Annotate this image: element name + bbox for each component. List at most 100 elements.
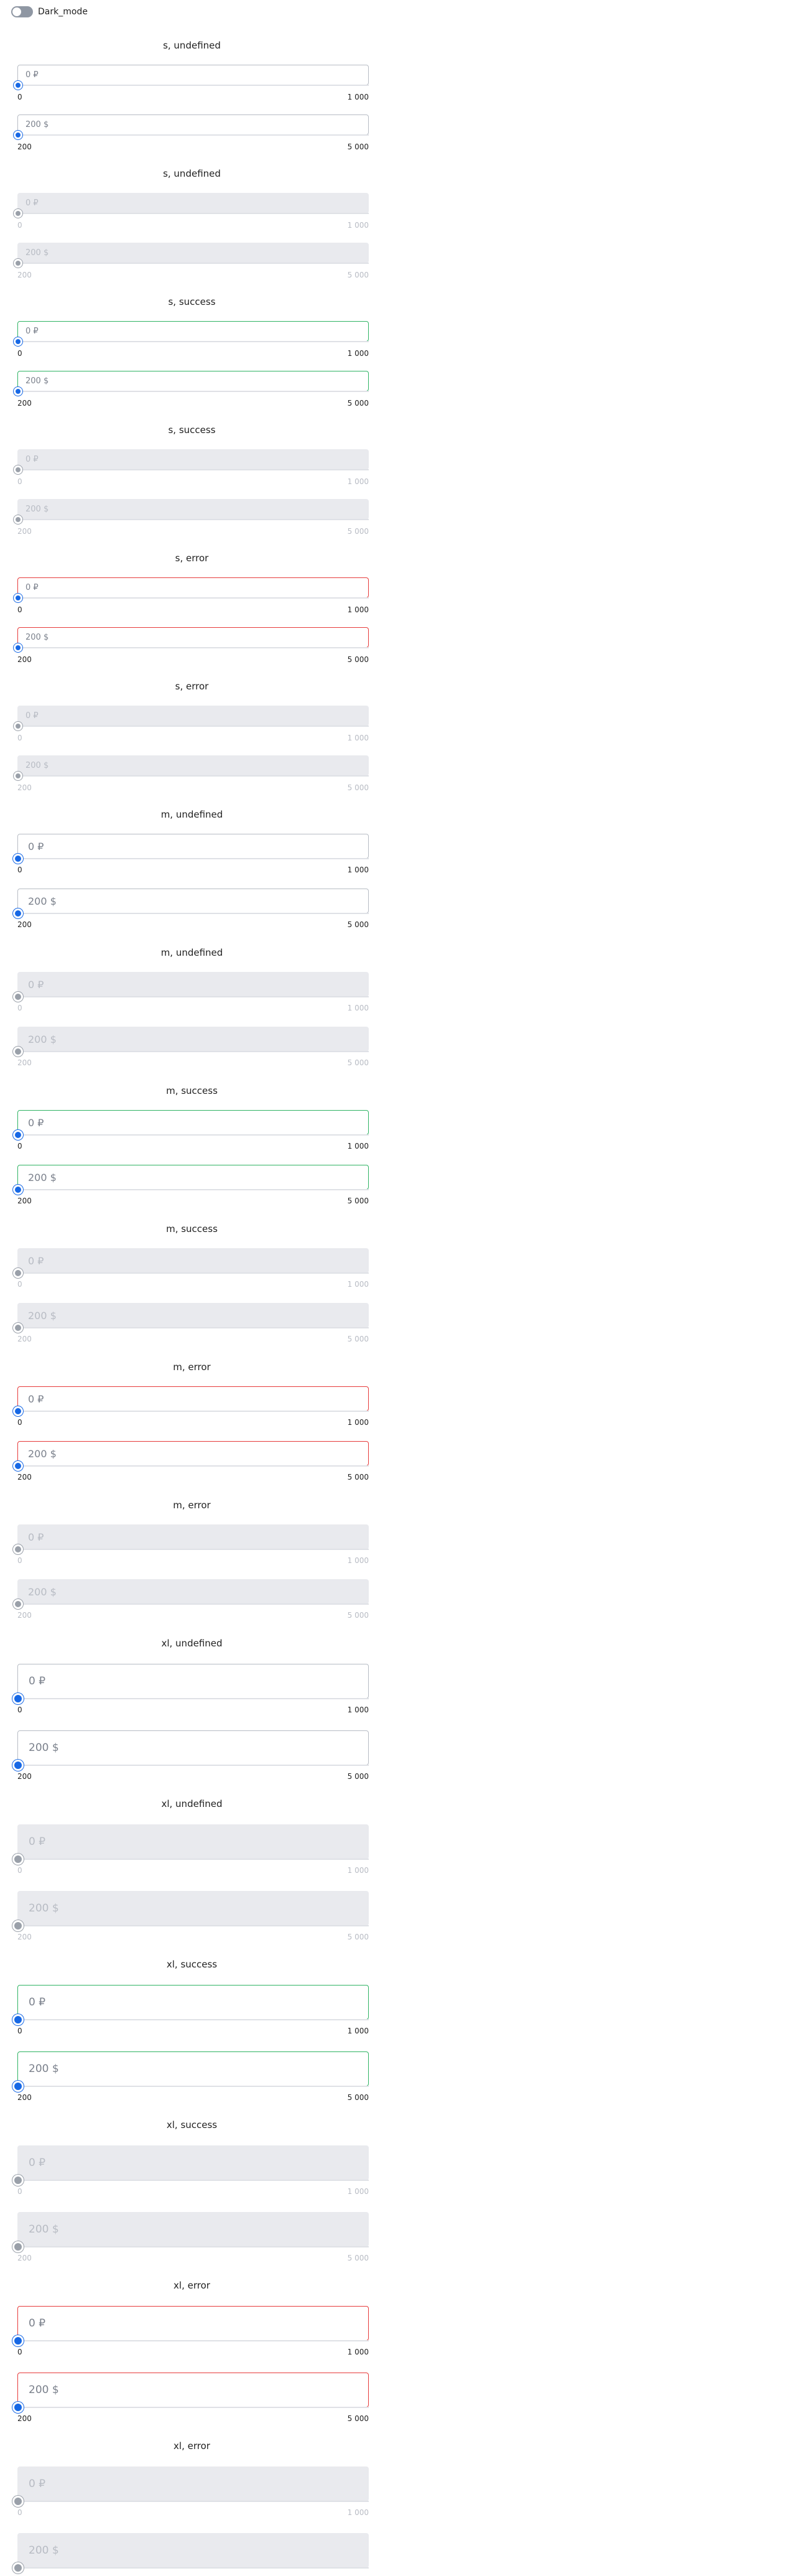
slider-min-label: 0 (17, 1706, 22, 1714)
slider-track[interactable] (17, 2407, 369, 2408)
group-title: m, error (173, 1500, 211, 1511)
slider-input-field[interactable]: 0 ₽ (17, 321, 369, 342)
slider-input-field[interactable]: 200 $ (17, 627, 369, 648)
slider-max-label: 1 000 (347, 2508, 369, 2517)
slider-input-field[interactable]: 0 ₽ (17, 65, 369, 85)
slider-max-label: 5 000 (347, 527, 369, 536)
slider-input-field: 0 ₽ (17, 1524, 369, 1549)
slider-track[interactable] (17, 2086, 369, 2087)
slider-track[interactable] (17, 597, 369, 599)
slider-input-field[interactable]: 200 $ (17, 889, 369, 913)
slider-input-field: 200 $ (17, 1579, 369, 1604)
input-value: 0 ₽ (29, 2478, 46, 2490)
slider-thumb[interactable] (12, 2014, 24, 2025)
input-value: 0 ₽ (29, 2317, 46, 2330)
slider-track[interactable] (17, 1465, 369, 1467)
slider-thumb[interactable] (13, 1406, 23, 1416)
slider-min-label: 200 (17, 1058, 32, 1067)
slider-input-field: 200 $ (17, 1891, 369, 1926)
dark-mode-toggle[interactable]: Dark_mode (11, 6, 88, 18)
slider-min-label: 200 (17, 1197, 32, 1205)
slider-max-label: 1 000 (347, 221, 369, 230)
slider-thumb[interactable] (13, 854, 23, 864)
slider-track (17, 1272, 369, 1274)
slider-thumb[interactable] (13, 908, 23, 918)
toggle-switch[interactable] (11, 6, 33, 17)
slider-input-field[interactable]: 200 $ (17, 2373, 369, 2407)
group-title: m, undefined (160, 809, 223, 820)
slider-input-field: 0 ₽ (17, 2466, 369, 2501)
slider-track[interactable] (17, 647, 369, 648)
slider-thumb[interactable] (14, 594, 22, 602)
input-value: 200 $ (25, 120, 49, 129)
slider-input-field[interactable]: 0 ₽ (17, 1985, 369, 2020)
slider-min-label: 0 (17, 2027, 22, 2035)
group-title: xl, undefined (161, 1798, 223, 1809)
slider-thumb[interactable] (12, 2402, 24, 2413)
input-value: 200 $ (29, 1902, 59, 1915)
slider-thumb[interactable] (14, 81, 22, 90)
slider-input-field[interactable]: 200 $ (17, 2051, 369, 2086)
slider-track (17, 213, 369, 214)
slider-track[interactable] (17, 341, 369, 342)
input-value: 200 $ (29, 1742, 59, 1754)
input-value: 0 ₽ (28, 978, 44, 991)
slider-thumb[interactable] (12, 1693, 24, 1704)
slider-track[interactable] (17, 134, 369, 136)
slider-thumb[interactable] (13, 1461, 23, 1471)
slider-track[interactable] (17, 1765, 369, 1766)
slider-input-field[interactable]: 0 ₽ (17, 834, 369, 859)
slider-track[interactable] (17, 1189, 369, 1190)
slider-thumb[interactable] (14, 387, 22, 396)
slider-thumb[interactable] (14, 337, 22, 346)
slider-track[interactable] (17, 2019, 369, 2020)
slider-input-field[interactable]: 200 $ (17, 1165, 369, 1190)
slider-input-field[interactable]: 200 $ (17, 1441, 369, 1466)
slider-input-field: 0 ₽ (17, 1248, 369, 1273)
slider-input-field[interactable]: 200 $ (17, 114, 369, 135)
slider-input-field[interactable]: 0 ₽ (17, 1110, 369, 1135)
slider-max-label: 1 000 (347, 866, 369, 874)
slider-max-label: 1 000 (347, 349, 369, 358)
slider-input-field[interactable]: 200 $ (17, 371, 369, 391)
slider-min-label: 200 (17, 142, 32, 151)
slider-track[interactable] (17, 1134, 369, 1136)
slider-input-field[interactable]: 200 $ (17, 1730, 369, 1765)
slider-min-label: 200 (17, 2414, 32, 2423)
slider-track[interactable] (17, 1411, 369, 1412)
slider-track[interactable] (17, 913, 369, 914)
slider-input-field[interactable]: 0 ₽ (17, 2306, 369, 2341)
slider-input-field[interactable]: 0 ₽ (17, 577, 369, 598)
input-value: 0 ₽ (25, 327, 39, 336)
input-value: 0 ₽ (29, 1675, 46, 1687)
slider-thumb[interactable] (14, 643, 22, 652)
group-title: s, undefined (163, 40, 221, 51)
slider-thumb (14, 772, 22, 780)
input-value: 0 ₽ (29, 1836, 46, 1848)
slider-track (17, 2180, 369, 2181)
slider-track (17, 1603, 369, 1605)
slider-input-field[interactable]: 0 ₽ (17, 1664, 369, 1699)
slider-thumb[interactable] (14, 131, 22, 139)
slider-thumb[interactable] (12, 2335, 24, 2346)
slider-track[interactable] (17, 858, 369, 859)
input-value: 0 ₽ (28, 1393, 44, 1405)
input-value: 0 ₽ (29, 2157, 46, 2169)
slider-track[interactable] (17, 85, 369, 86)
slider-track[interactable] (17, 1698, 369, 1699)
slider-track[interactable] (17, 2340, 369, 2341)
slider-min-label: 0 (17, 1418, 22, 1427)
slider-min-label: 0 (17, 734, 22, 742)
slider-max-label: 1 000 (347, 2027, 369, 2035)
slider-input-field[interactable]: 0 ₽ (17, 1386, 369, 1411)
slider-thumb[interactable] (13, 1130, 23, 1140)
input-value: 200 $ (28, 1171, 57, 1183)
slider-thumb[interactable] (13, 1185, 23, 1195)
slider-min-label: 200 (17, 271, 32, 279)
slider-thumb[interactable] (12, 1760, 24, 1771)
slider-thumb[interactable] (12, 2081, 24, 2092)
input-value: 200 $ (28, 1309, 57, 1322)
slider-input-field: 0 ₽ (17, 449, 369, 470)
slider-track[interactable] (17, 391, 369, 392)
slider-input-field: 0 ₽ (17, 193, 369, 213)
